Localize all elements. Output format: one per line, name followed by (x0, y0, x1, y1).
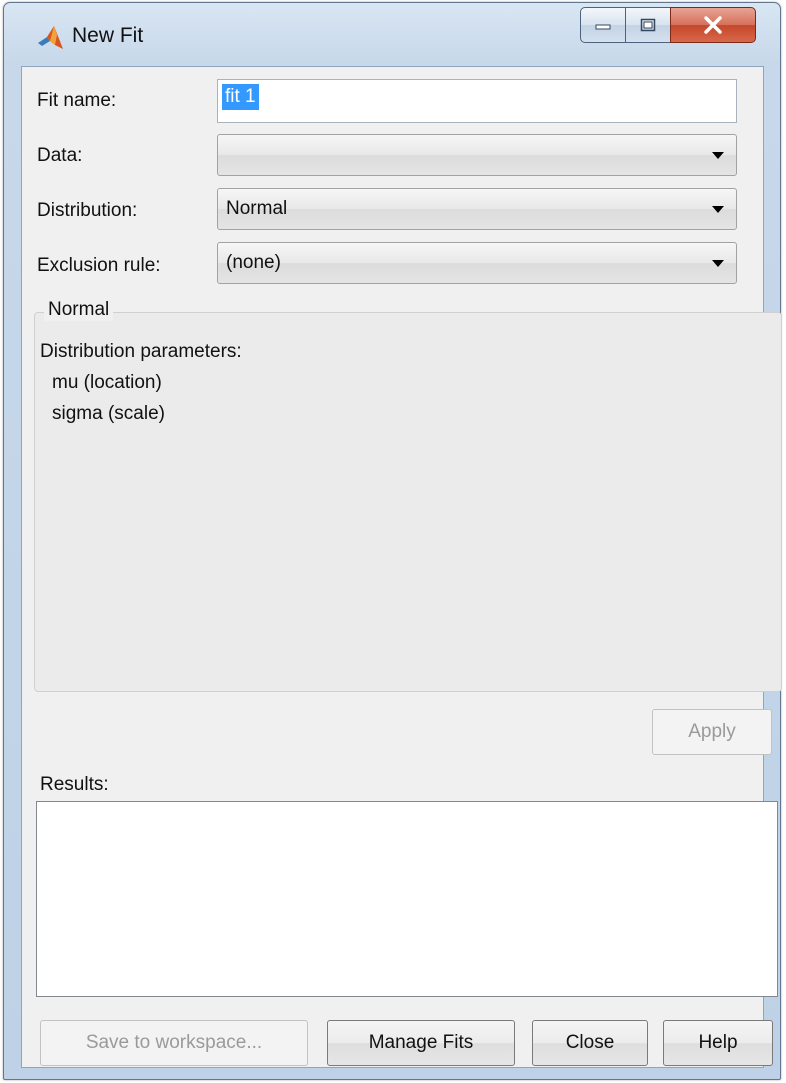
chevron-down-icon (712, 260, 724, 267)
parameter-sigma: sigma (scale) (52, 403, 165, 424)
window-title: New Fit (72, 24, 144, 47)
parameters-heading: Distribution parameters: (40, 341, 242, 362)
dialog-content: Fit name: fit 1 Data: Distribution: Norm… (21, 66, 782, 1068)
minimize-button[interactable] (580, 7, 626, 43)
manage-fits-button[interactable]: Manage Fits (327, 1020, 515, 1066)
distribution-dropdown[interactable]: Normal (217, 188, 737, 230)
exclusion-rule-dropdown[interactable]: (none) (217, 242, 737, 284)
results-label: Results: (40, 774, 109, 795)
fit-name-label: Fit name: (37, 90, 117, 111)
exclusion-rule-label: Exclusion rule: (37, 255, 161, 276)
minimize-icon (595, 24, 611, 30)
results-textarea[interactable] (36, 801, 778, 997)
maximize-icon (640, 18, 656, 32)
fit-name-input[interactable]: fit 1 (217, 79, 737, 123)
distribution-label: Distribution: (37, 200, 138, 221)
data-label: Data: (37, 145, 83, 166)
maximize-button[interactable] (625, 7, 671, 43)
chevron-down-icon (712, 206, 724, 213)
distribution-value: Normal (226, 198, 288, 219)
help-button[interactable]: Help (663, 1020, 773, 1066)
new-fit-window: New Fit Fit name: fit 1 Data: Distributi… (3, 2, 782, 1080)
title-bar[interactable]: New Fit (4, 3, 780, 67)
exclusion-rule-value: (none) (226, 252, 281, 273)
distribution-group-panel (34, 312, 782, 692)
close-window-button[interactable] (670, 7, 756, 43)
data-dropdown[interactable] (217, 134, 737, 176)
fit-name-value: fit 1 (222, 84, 259, 110)
parameter-mu: mu (location) (52, 372, 162, 393)
group-title: Normal (44, 299, 114, 321)
save-to-workspace-button[interactable]: Save to workspace... (40, 1020, 308, 1066)
matlab-logo-icon (38, 26, 63, 49)
close-icon (704, 16, 722, 34)
close-button[interactable]: Close (532, 1020, 648, 1066)
chevron-down-icon (712, 152, 724, 159)
apply-button[interactable]: Apply (652, 709, 772, 755)
